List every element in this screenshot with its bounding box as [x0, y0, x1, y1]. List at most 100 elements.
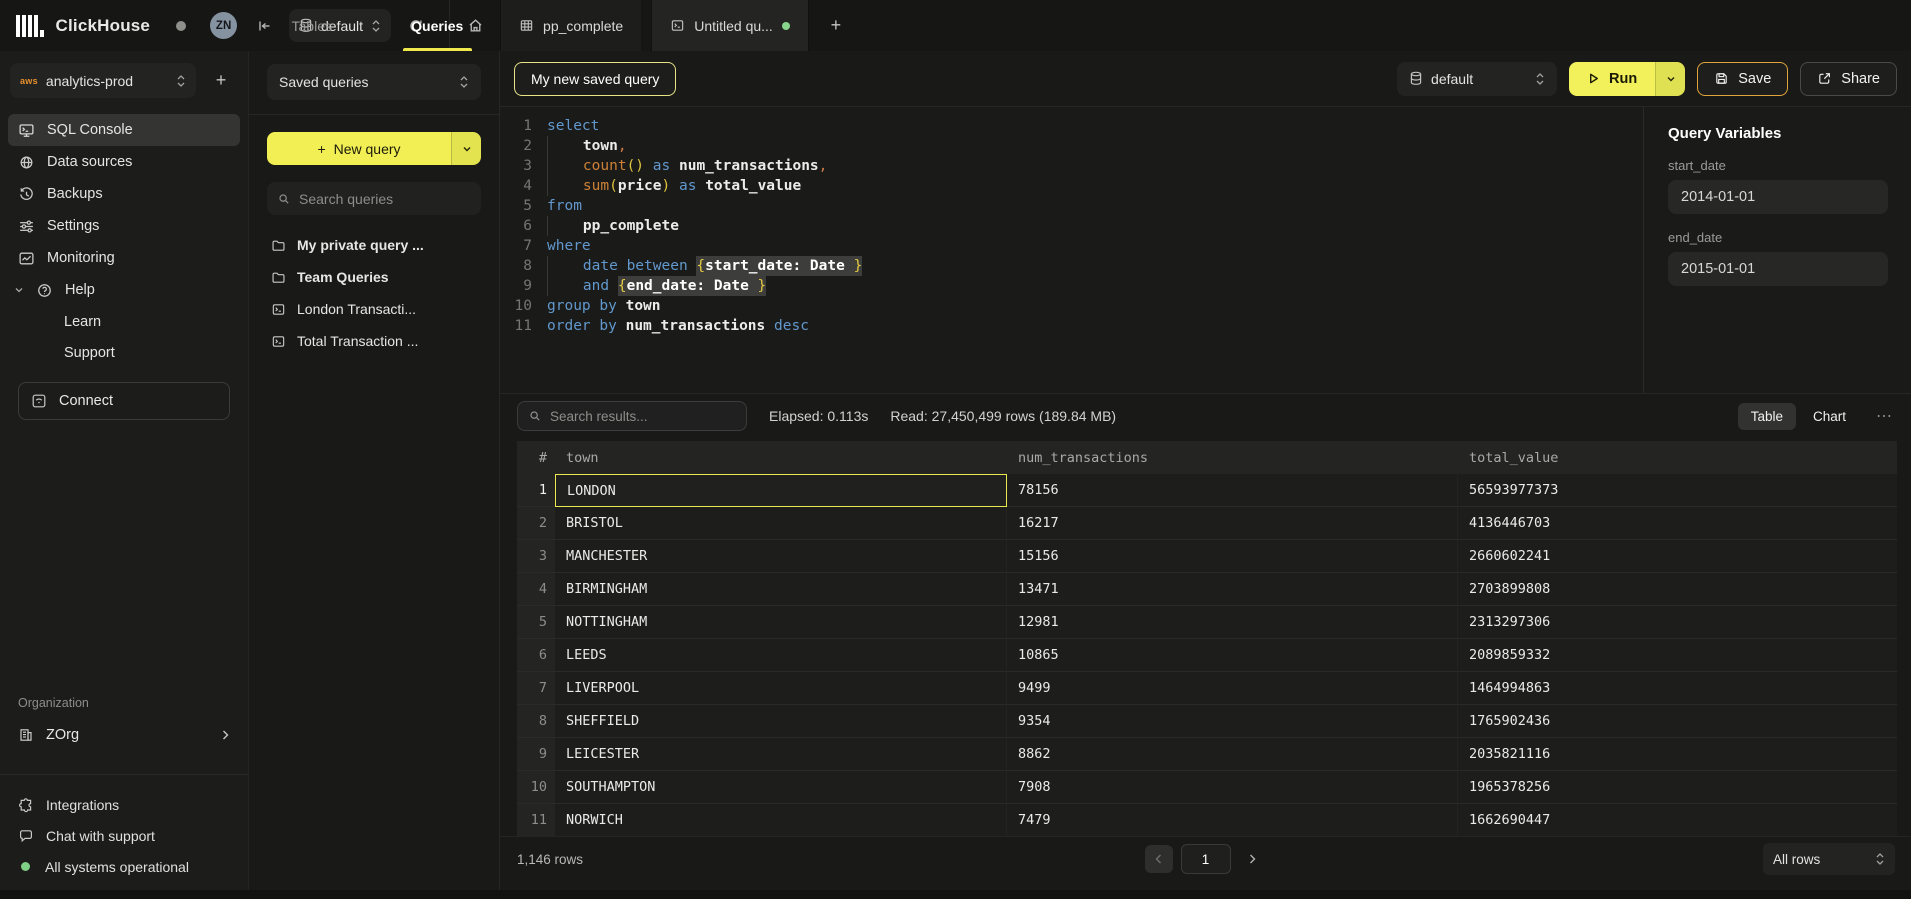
saved-queries-select[interactable]: Saved queries — [267, 64, 481, 100]
sidebar-item-data-sources[interactable]: Data sources — [8, 146, 240, 178]
table-cell[interactable]: 15156 — [1007, 540, 1458, 573]
view-tab-chart[interactable]: Chart — [1800, 403, 1859, 430]
table-cell[interactable]: MANCHESTER — [555, 540, 1007, 573]
more-options-icon[interactable] — [1873, 406, 1895, 426]
avatar[interactable]: ZN — [210, 12, 237, 39]
table-cell[interactable]: SHEFFIELD — [555, 705, 1007, 738]
saved-query-list-item[interactable]: My private query ... — [267, 229, 481, 261]
run-options-caret-button[interactable] — [1655, 62, 1685, 96]
table-cell[interactable]: 2703899808 — [1458, 573, 1897, 606]
sidebar-item-integrations[interactable]: Integrations — [8, 789, 240, 820]
table-cell[interactable]: LEEDS — [555, 639, 1007, 672]
sidebar-item-backups[interactable]: Backups — [8, 178, 240, 210]
table-cell[interactable]: NOTTINGHAM — [555, 606, 1007, 639]
chevron-left-icon — [1154, 853, 1163, 865]
table-cell[interactable]: 56593977373 — [1458, 474, 1897, 507]
sidebar-item-support[interactable]: Support — [16, 337, 232, 368]
results-search-input[interactable] — [550, 409, 736, 424]
saved-query-list-item[interactable]: London Transacti... — [267, 293, 481, 325]
sidebar-item-system-status[interactable]: All systems operational — [8, 851, 240, 882]
previous-page-button[interactable] — [1145, 845, 1173, 873]
tab-pp-complete[interactable]: pp_complete — [500, 0, 641, 51]
saved-query-list-item[interactable]: Team Queries — [267, 261, 481, 293]
code-line[interactable]: 3 count() as num_transactions, — [506, 156, 1643, 176]
table-cell[interactable]: LONDON — [555, 474, 1007, 507]
share-button[interactable]: Share — [1800, 62, 1897, 96]
table-cell[interactable]: 4136446703 — [1458, 507, 1897, 540]
new-query-caret-button[interactable] — [451, 132, 481, 165]
start-date-input[interactable] — [1668, 180, 1888, 214]
table-cell[interactable]: LEICESTER — [555, 738, 1007, 771]
table-cell[interactable]: 1662690447 — [1458, 804, 1897, 837]
table-cell[interactable]: 2313297306 — [1458, 606, 1897, 639]
add-service-button[interactable]: + — [204, 64, 238, 98]
view-tab-table[interactable]: Table — [1738, 403, 1796, 430]
sidebar-item-monitoring[interactable]: Monitoring — [8, 242, 240, 274]
sidebar-item-learn[interactable]: Learn — [16, 306, 232, 337]
table-cell[interactable]: 2089859332 — [1458, 639, 1897, 672]
code-line[interactable]: 8 date between {start_date: Date } — [506, 256, 1643, 276]
sidebar-item-chat-support[interactable]: Chat with support — [8, 820, 240, 851]
code-line[interactable]: 11order by num_transactions desc — [506, 316, 1643, 336]
next-page-button[interactable] — [1239, 845, 1267, 873]
sql-console-icon — [18, 122, 35, 139]
column-header[interactable]: total_value — [1458, 441, 1897, 474]
column-header[interactable]: town — [555, 441, 1007, 474]
sidebar-item-settings[interactable]: Settings — [8, 210, 240, 242]
table-cell[interactable]: 78156 — [1007, 474, 1458, 507]
table-cell[interactable]: LIVERPOOL — [555, 672, 1007, 705]
table-cell[interactable]: 1464994863 — [1458, 672, 1897, 705]
query-search-input[interactable] — [299, 191, 480, 207]
sql-editor[interactable]: 1select2 town,3 count() as num_transacti… — [500, 107, 1643, 393]
save-button[interactable]: Save — [1697, 62, 1788, 96]
table-cell[interactable]: 9499 — [1007, 672, 1458, 705]
code-line[interactable]: 7where — [506, 236, 1643, 256]
sidebar-item-help[interactable]: Help — [8, 274, 240, 306]
tab-queries[interactable]: Queries — [375, 0, 501, 51]
sidebar-item-label: Monitoring — [47, 250, 115, 266]
connect-button[interactable]: Connect — [18, 382, 230, 420]
table-cell[interactable]: 12981 — [1007, 606, 1458, 639]
code-line[interactable]: 9 and {end_date: Date } — [506, 276, 1643, 296]
table-cell[interactable]: 2660602241 — [1458, 540, 1897, 573]
table-cell[interactable]: 10865 — [1007, 639, 1458, 672]
tab-tables[interactable]: Tables — [249, 0, 375, 51]
workspace-select[interactable]: aws analytics-prod — [10, 63, 196, 98]
code-line[interactable]: 5from — [506, 196, 1643, 216]
table-cell[interactable]: 8862 — [1007, 738, 1458, 771]
organization-row[interactable]: ZOrg — [8, 718, 240, 752]
table-cell[interactable]: 2035821116 — [1458, 738, 1897, 771]
table-cell[interactable]: NORWICH — [555, 804, 1007, 837]
run-button[interactable]: Run — [1569, 62, 1685, 96]
table-cell[interactable]: BRISTOL — [555, 507, 1007, 540]
database-select[interactable]: default — [1397, 62, 1557, 96]
table-cell[interactable]: 1765902436 — [1458, 705, 1897, 738]
table-cell[interactable]: 13471 — [1007, 573, 1458, 606]
sidebar-item-sql-console[interactable]: SQL Console — [8, 114, 240, 146]
tab-untitled-query[interactable]: Untitled qu... — [651, 0, 809, 51]
saved-query-list-item[interactable]: Total Transaction ... — [267, 325, 481, 357]
page-size-select[interactable]: All rows — [1763, 843, 1895, 875]
code-line[interactable]: 10group by town — [506, 296, 1643, 316]
new-tab-button[interactable]: + — [819, 9, 853, 43]
plus-icon: + — [317, 141, 325, 157]
code-line[interactable]: 4 sum(price) as total_value — [506, 176, 1643, 196]
table-cell[interactable]: BIRMINGHAM — [555, 573, 1007, 606]
new-query-button[interactable]: +New query — [267, 132, 481, 165]
sidebar-item-label: SQL Console — [47, 122, 133, 138]
table-cell[interactable]: 1965378256 — [1458, 771, 1897, 804]
column-header[interactable]: num_transactions — [1007, 441, 1458, 474]
code-line[interactable]: 1select — [506, 116, 1643, 136]
column-header[interactable]: # — [517, 441, 555, 474]
table-cell[interactable]: 9354 — [1007, 705, 1458, 738]
current-page-button[interactable]: 1 — [1181, 844, 1231, 874]
table-cell[interactable]: SOUTHAMPTON — [555, 771, 1007, 804]
code-line[interactable]: 6 pp_complete — [506, 216, 1643, 236]
saved-query-tab[interactable]: My new saved query — [514, 62, 676, 96]
table-cell[interactable]: 16217 — [1007, 507, 1458, 540]
table-cell[interactable]: 7479 — [1007, 804, 1458, 837]
table-cell[interactable]: 7908 — [1007, 771, 1458, 804]
end-date-input[interactable] — [1668, 252, 1888, 286]
code-line[interactable]: 2 town, — [506, 136, 1643, 156]
clickhouse-logo-icon[interactable] — [16, 15, 44, 37]
